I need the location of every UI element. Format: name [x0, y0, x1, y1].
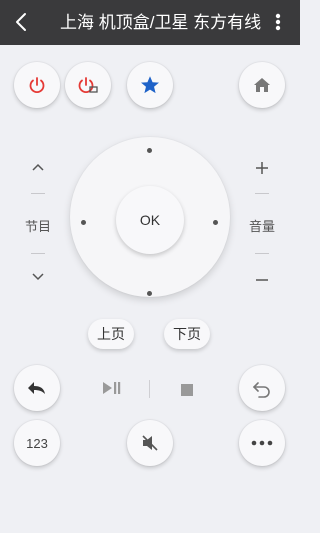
- dpad-down-icon[interactable]: [147, 291, 152, 296]
- divider: [255, 193, 269, 194]
- volume-down-icon[interactable]: [247, 270, 277, 295]
- number-pad-button[interactable]: 123: [14, 420, 60, 466]
- back-arrow-icon[interactable]: [10, 10, 34, 34]
- channel-label: 节目: [24, 219, 51, 234]
- volume-label: 音量: [248, 219, 275, 234]
- return-arrow-icon: [251, 378, 273, 398]
- home-button[interactable]: [239, 62, 285, 108]
- power-button[interactable]: [14, 62, 60, 108]
- divider: [149, 380, 150, 398]
- ok-button[interactable]: OK: [116, 186, 184, 254]
- play-pause-icon[interactable]: [101, 379, 123, 402]
- favorite-button[interactable]: [127, 62, 173, 108]
- dpad-up-icon[interactable]: [147, 148, 152, 153]
- power-tv-icon: [77, 75, 99, 95]
- dpad-left-icon[interactable]: [81, 220, 86, 225]
- page-down-button[interactable]: 下页: [164, 319, 210, 349]
- power-icon: [27, 75, 47, 95]
- more-horizontal-icon: [251, 440, 273, 446]
- more-vertical-icon[interactable]: [268, 10, 288, 34]
- channel-down-icon[interactable]: [23, 270, 53, 289]
- dpad-right-icon[interactable]: [213, 220, 218, 225]
- power-tv-button[interactable]: [65, 62, 111, 108]
- divider: [255, 253, 269, 254]
- title-bar: 上海 机顶盒/卫星 东方有线: [0, 0, 300, 45]
- back-button[interactable]: [14, 365, 60, 411]
- divider: [31, 253, 45, 254]
- divider: [31, 193, 45, 194]
- page-up-button[interactable]: 上页: [88, 319, 134, 349]
- mute-icon: [140, 433, 160, 453]
- channel-up-icon[interactable]: [23, 160, 53, 179]
- volume-up-icon[interactable]: [247, 158, 277, 183]
- star-icon: [139, 74, 161, 96]
- more-button[interactable]: [239, 420, 285, 466]
- reply-arrow-icon: [26, 379, 48, 397]
- return-button[interactable]: [239, 365, 285, 411]
- page-title: 上海 机顶盒/卫星 东方有线: [60, 13, 262, 32]
- home-icon: [253, 77, 271, 93]
- stop-icon[interactable]: [181, 383, 193, 401]
- mute-button[interactable]: [127, 420, 173, 466]
